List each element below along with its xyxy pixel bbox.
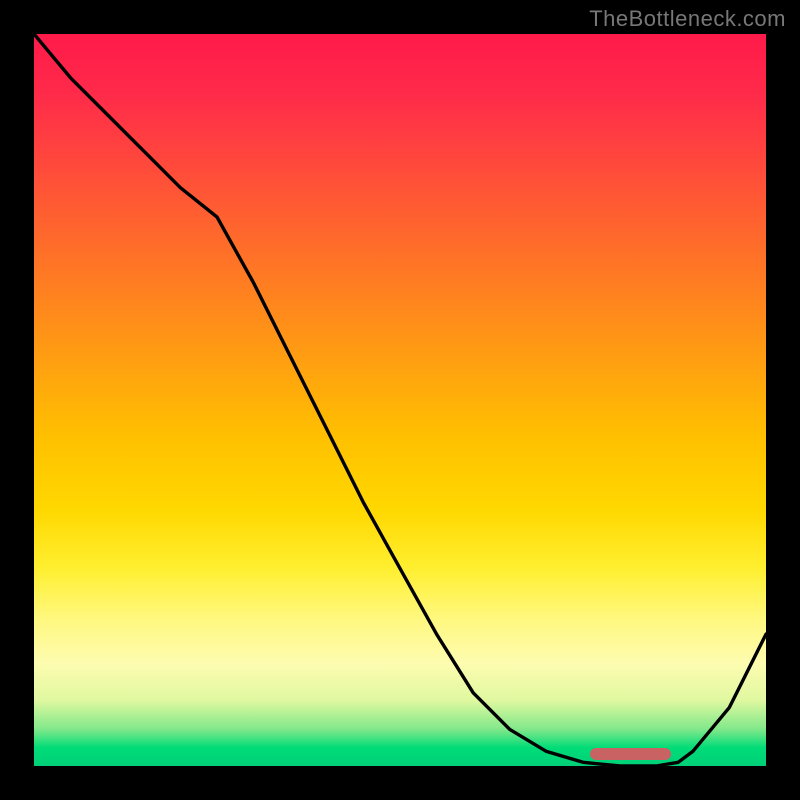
chart-plot-area (34, 34, 766, 766)
optimal-range-marker (590, 748, 671, 760)
watermark-text: TheBottleneck.com (589, 6, 786, 32)
chart-line-svg (34, 34, 766, 766)
chart-curve (34, 34, 766, 766)
